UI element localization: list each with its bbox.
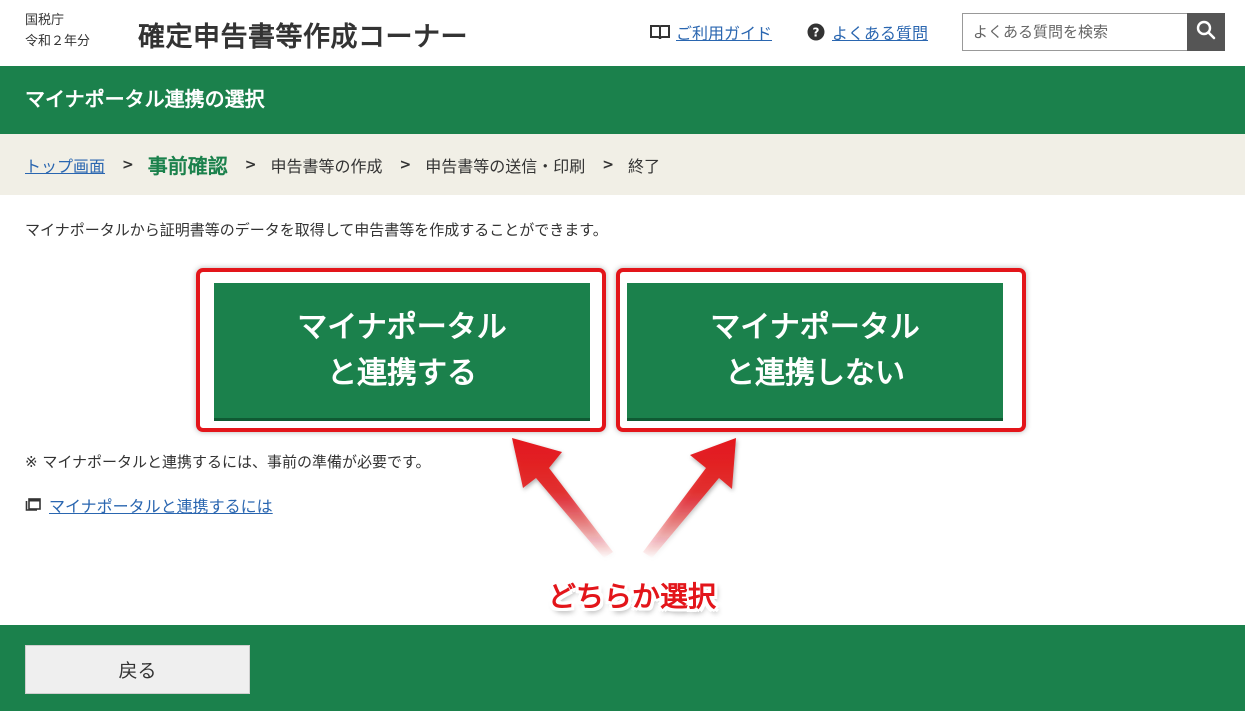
arrow-left-icon (512, 438, 613, 558)
footer: 戻る (0, 625, 1245, 711)
annotation-label: どちらか選択 (548, 580, 717, 613)
arrow-right-icon (643, 438, 736, 558)
back-button[interactable]: 戻る (25, 645, 250, 694)
